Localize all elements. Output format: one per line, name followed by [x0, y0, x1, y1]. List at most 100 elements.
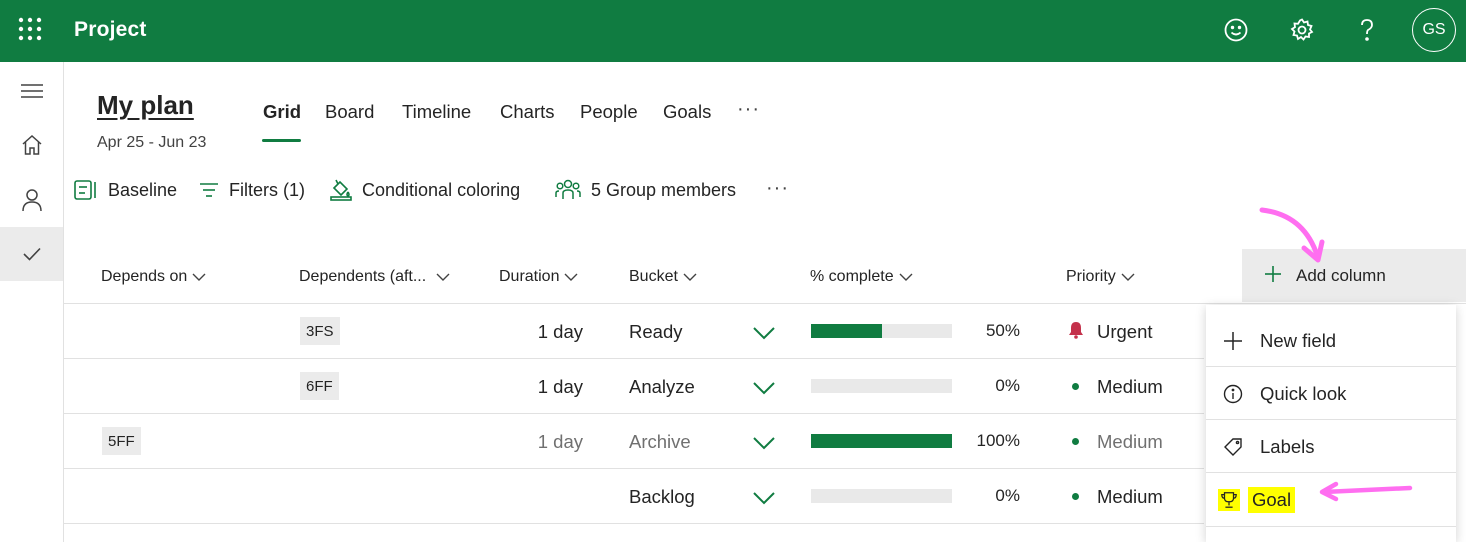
home-icon[interactable]	[0, 118, 63, 172]
dependents-chip[interactable]: 6FF	[300, 372, 339, 400]
duration-cell[interactable]: 1 day	[537, 431, 583, 453]
column-header-label: Duration	[499, 268, 560, 285]
paint-bucket-icon	[330, 179, 352, 201]
baseline-icon	[74, 179, 98, 201]
info-icon	[1222, 383, 1244, 405]
percent-complete-cell[interactable]: 100%	[960, 431, 1020, 451]
column-header-percent-complete[interactable]: % complete	[810, 268, 913, 286]
dot-icon	[1072, 493, 1079, 500]
tab-timeline[interactable]: Timeline	[402, 101, 471, 123]
conditional-coloring-button[interactable]: Conditional coloring	[330, 176, 520, 204]
left-rail	[0, 62, 64, 542]
column-header-label: Bucket	[629, 268, 678, 285]
menu-divider	[1206, 526, 1456, 527]
menu-item-new-field[interactable]: New field	[1206, 314, 1456, 367]
plan-title[interactable]: My plan	[97, 90, 194, 121]
progress-bar	[811, 434, 952, 448]
bucket-cell[interactable]: Ready	[629, 321, 682, 343]
bucket-cell[interactable]: Analyze	[629, 376, 695, 398]
table-row[interactable]: 5FF 1 day Archive 100% Medium	[64, 414, 1204, 469]
menu-item-label: Labels	[1260, 435, 1315, 457]
percent-complete-cell[interactable]: 0%	[960, 376, 1020, 396]
help-icon[interactable]	[1352, 15, 1382, 45]
plan-dates: Apr 25 - Jun 23	[97, 134, 207, 151]
tab-board[interactable]: Board	[325, 101, 374, 123]
duration-cell[interactable]: 1 day	[537, 376, 583, 398]
hamburger-menu-icon[interactable]	[0, 64, 63, 118]
plus-icon	[1264, 264, 1282, 288]
person-icon[interactable]	[0, 173, 63, 227]
depends-on-chip[interactable]: 5FF	[102, 427, 141, 455]
column-header-depends-on[interactable]: Depends on	[101, 268, 206, 286]
add-column-label: Add column	[1296, 265, 1386, 285]
column-header-label: % complete	[810, 268, 894, 285]
column-header-duration[interactable]: Duration	[499, 268, 578, 286]
my-tasks-checkmark-icon[interactable]	[0, 227, 63, 281]
filters-button[interactable]: Filters (1)	[199, 176, 305, 204]
chevron-down-icon	[683, 273, 697, 281]
top-bar: Project GS	[0, 0, 1466, 62]
dot-icon	[1072, 438, 1079, 445]
tab-people[interactable]: People	[580, 101, 638, 123]
baseline-button[interactable]: Baseline	[74, 176, 177, 204]
app-title[interactable]: Project	[74, 18, 147, 42]
chevron-down-icon	[564, 273, 578, 281]
add-column-button[interactable]: Add column	[1242, 249, 1466, 302]
group-members-label: 5 Group members	[591, 179, 737, 200]
more-tabs-button[interactable]: ···	[737, 98, 760, 121]
bucket-cell[interactable]: Archive	[629, 431, 691, 453]
more-commands-button[interactable]: ···	[766, 177, 789, 200]
menu-item-label: Goal	[1248, 486, 1296, 513]
group-members-button[interactable]: 5 Group members	[555, 176, 736, 204]
chevron-down-icon	[899, 273, 913, 281]
chevron-down-icon[interactable]	[752, 381, 776, 395]
settings-gear-icon[interactable]	[1287, 15, 1317, 45]
feedback-smiley-icon[interactable]	[1221, 15, 1251, 45]
tab-charts[interactable]: Charts	[500, 101, 555, 123]
progress-bar-fill	[811, 434, 952, 448]
tab-goals[interactable]: Goals	[663, 101, 711, 123]
bucket-cell[interactable]: Backlog	[629, 486, 695, 508]
trophy-icon	[1218, 488, 1240, 511]
progress-bar-fill	[811, 324, 882, 338]
conditional-coloring-label: Conditional coloring	[362, 179, 521, 200]
bell-icon	[1069, 322, 1083, 339]
chevron-down-icon[interactable]	[752, 491, 776, 505]
column-header-label: Dependents (aft...	[299, 268, 427, 285]
priority-cell[interactable]: Medium	[1097, 486, 1163, 508]
chevron-down-icon	[192, 273, 206, 281]
plus-icon	[1222, 330, 1244, 352]
tab-grid[interactable]: Grid	[263, 101, 301, 123]
dependents-chip[interactable]: 3FS	[300, 317, 340, 345]
table-row[interactable]: 3FS 1 day Ready 50% Urgent	[64, 304, 1204, 359]
duration-cell[interactable]: 1 day	[537, 321, 583, 343]
percent-complete-cell[interactable]: 50%	[960, 321, 1020, 341]
percent-complete-cell[interactable]: 0%	[960, 486, 1020, 506]
column-header-dependents[interactable]: Dependents (aft...	[299, 268, 450, 286]
priority-cell[interactable]: Urgent	[1097, 321, 1153, 343]
active-tab-indicator	[262, 139, 301, 142]
menu-item-goal[interactable]: Goal	[1206, 473, 1456, 526]
add-column-menu: New field Quick look Labels Goal	[1206, 305, 1456, 542]
table-row[interactable]: 6FF 1 day Analyze 0% Medium	[64, 359, 1204, 414]
menu-item-label: Quick look	[1260, 382, 1347, 404]
column-header-priority[interactable]: Priority	[1066, 268, 1135, 286]
filters-label: Filters (1)	[229, 179, 305, 200]
app-launcher-icon[interactable]	[18, 17, 42, 41]
chevron-down-icon	[1121, 273, 1135, 281]
column-header-label: Depends on	[101, 268, 188, 285]
progress-bar	[811, 379, 952, 393]
progress-bar	[811, 324, 952, 338]
progress-bar	[811, 489, 952, 503]
chevron-down-icon[interactable]	[752, 326, 776, 340]
menu-item-quick-look[interactable]: Quick look	[1206, 367, 1456, 420]
tag-icon	[1222, 436, 1244, 458]
group-people-icon	[555, 179, 581, 201]
priority-cell[interactable]: Medium	[1097, 376, 1163, 398]
menu-item-labels[interactable]: Labels	[1206, 420, 1456, 473]
user-avatar[interactable]: GS	[1412, 8, 1456, 52]
table-row[interactable]: Backlog 0% Medium	[64, 469, 1204, 524]
priority-cell[interactable]: Medium	[1097, 431, 1163, 453]
chevron-down-icon[interactable]	[752, 436, 776, 450]
column-header-bucket[interactable]: Bucket	[629, 268, 697, 286]
